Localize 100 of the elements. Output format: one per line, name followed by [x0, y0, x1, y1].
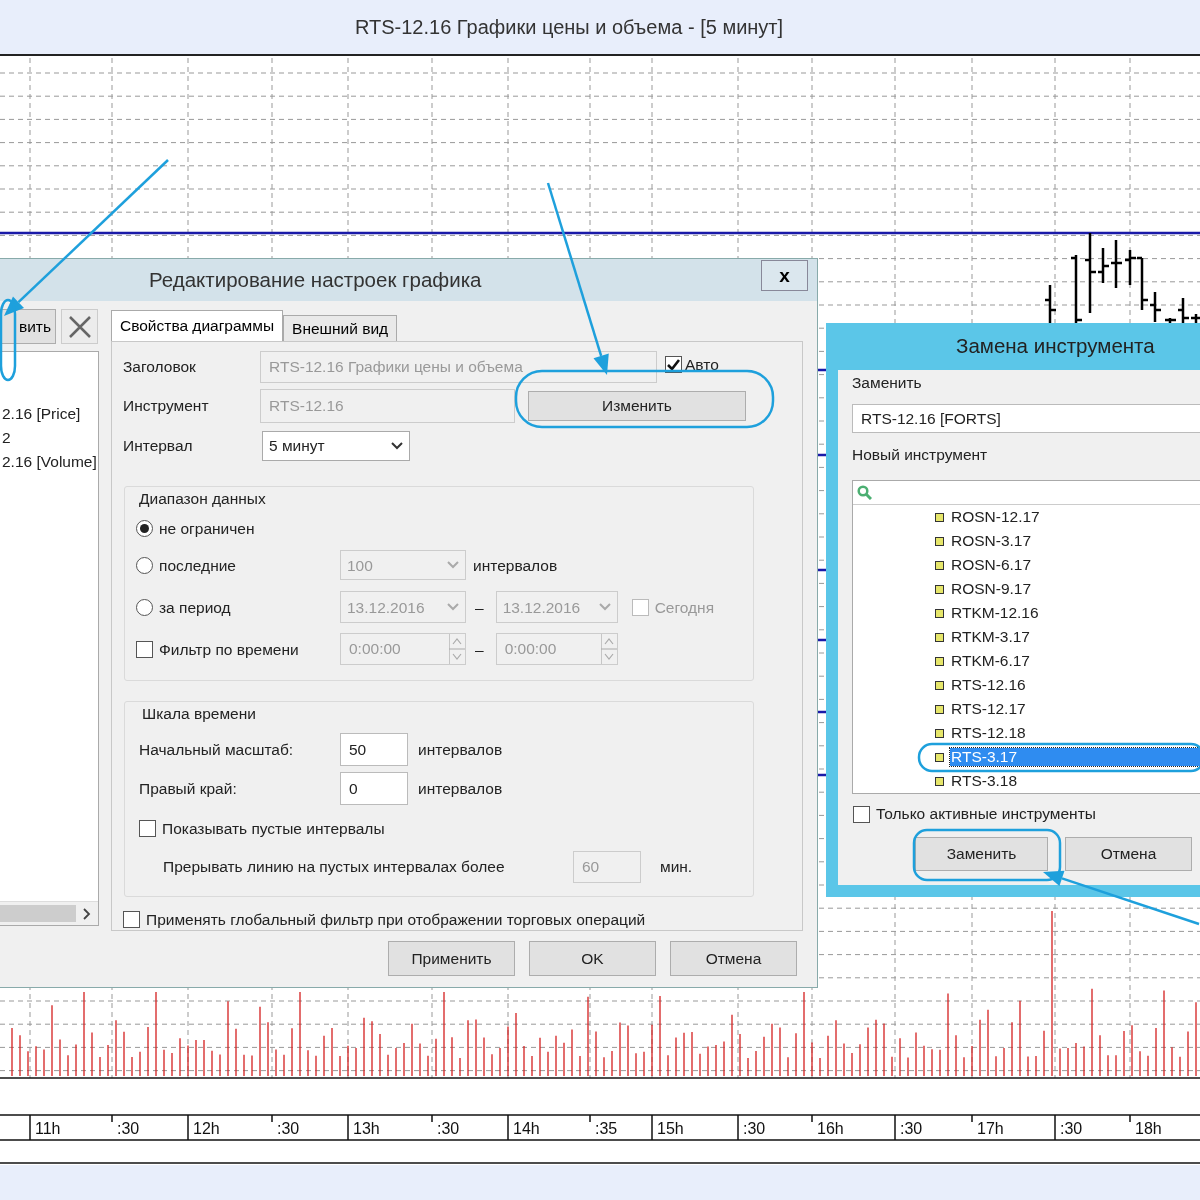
checkbox-label: Только активные инструменты	[876, 804, 1096, 825]
checkbox-label: Сегодня	[654, 597, 715, 618]
dialog-button[interactable]: Отмена	[1065, 837, 1192, 871]
dialog-title: Замена инструмента	[956, 333, 1155, 360]
checkbox-label: Применять глобальный фильтр при отображении торговых операций	[146, 909, 646, 930]
bullet-icon	[935, 584, 944, 594]
list-item[interactable]: 2.16 [Price]	[2, 402, 98, 426]
bullet-icon	[935, 704, 944, 714]
dropdown-value: 100	[347, 555, 373, 576]
bullet-icon	[935, 608, 944, 618]
checkbox[interactable]	[136, 640, 153, 658]
window-title: RTS-12.16 Графики цены и объема - [5 минут]	[354, 15, 784, 40]
checkbox[interactable]	[123, 911, 140, 928]
field-label: Новый инструмент	[852, 445, 988, 466]
list-item[interactable]: RTS-12.18	[950, 724, 1027, 742]
field-label: Инструмент	[123, 396, 210, 417]
checkbox-label: Авто	[685, 355, 719, 373]
checkbox[interactable]	[139, 820, 156, 837]
field-label: Прерывать линию на пустых интервалах более	[163, 856, 506, 877]
check-icon	[667, 358, 680, 370]
unit-label: мин.	[660, 856, 693, 877]
field-value: 0:00:00	[503, 639, 558, 660]
bullet-icon	[935, 536, 944, 546]
checkbox-label: Показывать пустые интервалы	[162, 818, 385, 839]
bullet-icon	[935, 776, 944, 786]
tab[interactable]: Свойства диаграммы	[111, 310, 284, 341]
time-label: :30	[277, 1120, 300, 1137]
list-item[interactable]: ROSN-3.17	[950, 532, 1033, 550]
field-label: Заголовок	[123, 357, 197, 378]
list-item[interactable]: RTKM-12.16	[950, 604, 1040, 622]
field-value: 0:00:00	[348, 639, 402, 660]
radio-button[interactable]	[136, 598, 153, 616]
list-item[interactable]: ROSN-9.17	[950, 580, 1033, 598]
chevron-right-icon	[83, 907, 91, 920]
time-label: 11h	[35, 1120, 61, 1137]
close-icon	[67, 314, 92, 339]
time-label: 12h	[193, 1120, 220, 1137]
time-label: :30	[437, 1120, 460, 1137]
time-label: :30	[900, 1120, 923, 1137]
list-item[interactable]: RTS-3.18	[950, 772, 1019, 790]
delete-button[interactable]	[61, 309, 98, 344]
dialog-button[interactable]: Заменить	[915, 837, 1048, 871]
dialog-button[interactable]: OK	[529, 941, 656, 976]
list-item[interactable]: ROSN-6.17	[950, 556, 1033, 574]
bullet-icon	[935, 632, 944, 642]
chevron-down-icon	[447, 603, 459, 612]
bullet-icon	[935, 656, 944, 666]
checkbox[interactable]	[853, 805, 870, 823]
list-item[interactable]: ROSN-12.17	[950, 508, 1041, 526]
bullet-icon	[935, 512, 944, 522]
dialog-title: Редактирование настроек графика	[149, 266, 482, 293]
range-dash: –	[475, 639, 484, 660]
radio-button[interactable]	[136, 556, 153, 574]
time-label: :30	[743, 1120, 766, 1137]
dropdown-value: 13.12.2016	[347, 597, 425, 618]
input-field[interactable]: 0	[340, 772, 408, 805]
unit-label: интервалов	[473, 555, 558, 576]
list-item[interactable]: RTKM-3.17	[950, 628, 1031, 646]
checkbox[interactable]	[631, 598, 649, 616]
input-field[interactable]: 50	[340, 733, 408, 766]
list-item[interactable]: RTS-12.16	[950, 676, 1027, 694]
radio-label: за период	[159, 597, 231, 618]
bullet-icon	[935, 680, 944, 690]
time-label: :30	[117, 1120, 140, 1137]
dropdown[interactable]: 5 минут	[262, 431, 410, 461]
time-label: :35	[595, 1120, 618, 1137]
range-dash: –	[475, 597, 484, 618]
checkbox-label: Фильтр по времени	[159, 639, 299, 660]
radio-label: не ограничен	[159, 518, 255, 539]
unit-label: интервалов	[418, 778, 503, 799]
radio-label: последние	[159, 555, 236, 576]
bullet-icon	[935, 560, 944, 570]
spin-arrows-icon	[449, 634, 465, 665]
bullet-icon	[935, 752, 944, 762]
tab[interactable]: Внешний вид	[283, 315, 398, 341]
chevron-down-icon	[447, 561, 459, 570]
toolbar-button[interactable]: вить	[0, 309, 56, 344]
dropdown-value: 5 минут	[269, 436, 325, 457]
chevron-down-icon	[598, 603, 611, 612]
time-label: 16h	[817, 1120, 844, 1137]
list-item[interactable]: 2	[2, 426, 98, 450]
list-item[interactable]: RTKM-6.17	[950, 652, 1031, 670]
dialog-button[interactable]: Отмена	[670, 941, 797, 976]
spin-arrows-icon	[600, 634, 617, 665]
radio-button[interactable]	[136, 519, 153, 537]
unit-label: интервалов	[418, 739, 503, 760]
list-item[interactable]: RTS-12.17	[950, 700, 1027, 718]
scroll-bar[interactable]	[0, 901, 98, 925]
close-button[interactable]: x	[761, 260, 808, 291]
list-item[interactable]: 2.16 [Volume]	[2, 450, 98, 474]
time-label: 18h	[1135, 1120, 1162, 1137]
dialog-button[interactable]: Применить	[388, 941, 515, 976]
field-label: Интервал	[123, 436, 194, 457]
time-label: 13h	[353, 1120, 380, 1137]
search-icon	[857, 485, 872, 500]
dropdown-value: 13.12.2016	[502, 597, 581, 618]
time-label: :30	[1060, 1120, 1083, 1137]
time-label: 17h	[977, 1120, 1004, 1137]
input-field[interactable]: RTS-12.16 [FORTS]	[852, 404, 1200, 433]
field-label: Заменить	[852, 373, 922, 394]
